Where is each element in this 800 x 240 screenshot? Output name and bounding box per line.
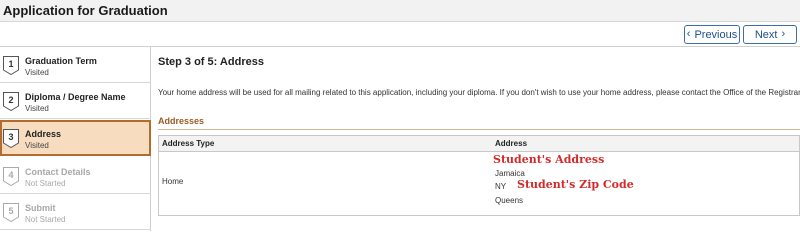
title-bar: Application for Graduation [0,0,800,22]
step-graduation-term[interactable]: 1 Graduation Term Visited [0,47,151,83]
step-number-badge-icon: 1 [3,56,19,75]
step-number-badge-icon: 3 [3,129,19,148]
step-status: Visited [25,104,49,113]
step-label: Diploma / Degree Name [25,92,126,102]
addresses-section-title: Addresses [158,116,205,126]
next-button-label: Next [754,28,778,41]
addresses-table: Address Type Address Home Student's Addr… [158,135,800,216]
header-address: Address [495,139,528,148]
address-city: Jamaica [495,169,525,178]
step-address[interactable]: 3 Address Visited [0,120,151,156]
step-status: Visited [25,141,49,150]
step-number-badge-icon: 5 [3,203,19,222]
previous-button-label: Previous [694,28,738,41]
student-address-overlay: Student's Address [493,153,605,166]
main-content: Step 3 of 5: Address Your home address w… [151,47,800,231]
intro-text: Your home address will be used for all m… [158,88,800,97]
chevron-right-icon: › [781,28,786,40]
header-address-type: Address Type [162,139,215,148]
step-label: Address [25,129,62,139]
step-heading: Step 3 of 5: Address [158,56,264,68]
step-label: Contact Details [25,167,91,177]
chevron-left-icon: ‹ [686,28,691,40]
step-status: Not Started [25,179,66,188]
navigation-bar: ‹ Previous Next › [0,22,800,47]
step-status: Visited [25,68,49,77]
step-status: Not Started [25,215,66,224]
page-title: Application for Graduation [3,3,168,18]
section-divider [158,129,800,130]
step-number-badge-icon: 4 [3,167,19,186]
step-label: Submit [25,203,56,213]
step-contact-details[interactable]: 4 Contact Details Not Started [0,158,151,194]
address-state: NY [495,182,507,191]
step-navigation: 1 Graduation Term Visited 2 Diploma / De… [0,47,151,231]
student-zip-overlay: Student's Zip Code [517,178,634,191]
step-number-badge-icon: 2 [3,92,19,111]
step-submit[interactable]: 5 Submit Not Started [0,194,151,230]
table-header: Address Type Address [159,136,799,152]
next-button[interactable]: Next › [743,25,797,44]
step-label: Graduation Term [25,56,97,66]
address-county: Queens [495,196,524,205]
previous-button[interactable]: ‹ Previous [684,25,740,44]
address-type-cell: Home [162,177,184,186]
step-diploma-degree-name[interactable]: 2 Diploma / Degree Name Visited [0,83,151,119]
